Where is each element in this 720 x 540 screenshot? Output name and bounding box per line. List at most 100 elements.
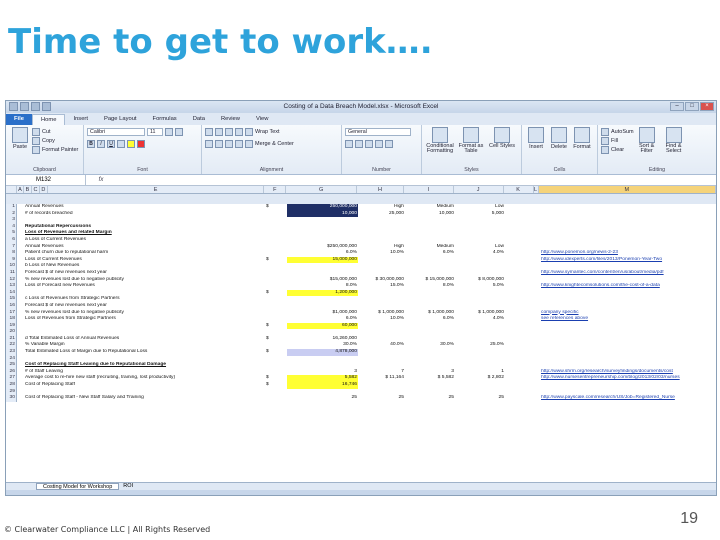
row-number[interactable]: 29: [6, 388, 17, 396]
cell-j[interactable]: 5.0%: [455, 283, 505, 290]
cell-f[interactable]: [265, 356, 287, 363]
cell-g[interactable]: [287, 230, 358, 237]
cell-e[interactable]: [24, 356, 265, 363]
tab-file[interactable]: File: [6, 114, 32, 125]
cell-f[interactable]: [265, 296, 287, 303]
cell-i[interactable]: [405, 329, 455, 336]
cell-a[interactable]: [17, 211, 24, 218]
cell-a[interactable]: [17, 257, 24, 264]
cell-g[interactable]: [287, 296, 358, 303]
cell-f[interactable]: [265, 362, 287, 369]
format-cells-button[interactable]: Format: [571, 127, 593, 150]
wrap-text-button[interactable]: Wrap Text: [255, 129, 280, 135]
row-number[interactable]: 11: [6, 269, 17, 277]
italic-icon[interactable]: I: [97, 139, 105, 148]
grow-font-icon[interactable]: [165, 127, 173, 136]
cell-a[interactable]: [17, 204, 24, 211]
cell-a[interactable]: [17, 362, 24, 369]
cell-a[interactable]: [17, 250, 24, 257]
cell-f[interactable]: [265, 310, 287, 317]
cell-g[interactable]: 4,878,000: [287, 349, 358, 356]
paste-button[interactable]: Paste: [9, 127, 31, 154]
cell-a[interactable]: [17, 382, 24, 389]
cell-e[interactable]: % Variable Margin: [24, 342, 265, 349]
row-number[interactable]: 18: [6, 316, 17, 323]
cell-e[interactable]: Loss of Revenues from Strategic Partners: [24, 316, 265, 323]
cell-g[interactable]: 6.0%: [287, 250, 358, 257]
cell-g[interactable]: [287, 303, 358, 310]
cell-j[interactable]: $ 2,802: [455, 375, 505, 382]
cell-h[interactable]: 15.0%: [358, 283, 405, 290]
cell-f[interactable]: [265, 329, 287, 336]
cell-f[interactable]: [265, 277, 287, 284]
cell-f[interactable]: [265, 395, 287, 402]
cell-e[interactable]: [24, 217, 265, 224]
cell-m[interactable]: [540, 323, 716, 330]
number-format-select[interactable]: General: [345, 127, 411, 136]
cell-f[interactable]: [265, 342, 287, 349]
column-header[interactable]: I: [404, 186, 454, 193]
cell-m[interactable]: [540, 263, 716, 270]
cell-j[interactable]: [455, 389, 505, 396]
decrease-indent-icon[interactable]: [235, 139, 243, 148]
cell-a[interactable]: [17, 244, 24, 251]
cell-h[interactable]: [358, 263, 405, 270]
cell-g[interactable]: [287, 270, 358, 277]
cell-h[interactable]: [358, 389, 405, 396]
cell-e[interactable]: % new revenues lost due to negative publ…: [24, 277, 265, 284]
cell-j[interactable]: 5,000: [455, 211, 505, 218]
cell-i[interactable]: [405, 237, 455, 244]
formula-input[interactable]: [116, 175, 716, 185]
cell-h[interactable]: [358, 230, 405, 237]
row-number[interactable]: 28: [6, 382, 17, 389]
cell-j[interactable]: [455, 329, 505, 336]
cell-a[interactable]: [17, 263, 24, 270]
cell-styles-button[interactable]: Cell Styles: [487, 127, 517, 154]
cell-g[interactable]: [287, 237, 358, 244]
cell-f[interactable]: [265, 230, 287, 237]
cell-e[interactable]: b Loss of New Revenues: [24, 263, 265, 270]
cell-k[interactable]: [505, 244, 535, 251]
cell-g[interactable]: 250,000,000: [287, 204, 358, 211]
cell-f[interactable]: [265, 369, 287, 376]
cell-g[interactable]: 8.0%: [287, 283, 358, 290]
column-header[interactable]: M: [538, 186, 716, 193]
cell-m[interactable]: [540, 290, 716, 297]
cell-k[interactable]: [505, 316, 535, 323]
conditional-formatting-button[interactable]: Conditional Formatting: [425, 127, 455, 154]
cell-m[interactable]: [540, 237, 716, 244]
cell-i[interactable]: 6.0%: [405, 316, 455, 323]
cell-m[interactable]: [540, 349, 716, 356]
cell-f[interactable]: $: [265, 323, 287, 330]
cell-f[interactable]: [265, 211, 287, 218]
align-center-icon[interactable]: [215, 139, 223, 148]
increase-decimal-icon[interactable]: [375, 139, 383, 148]
fx-icon[interactable]: fx: [86, 177, 116, 183]
row-number[interactable]: 3: [6, 217, 17, 224]
cell-e[interactable]: Reputational Repercussions: [24, 224, 265, 231]
cell-k[interactable]: [505, 329, 535, 336]
cell-k[interactable]: [505, 349, 535, 356]
cell-i[interactable]: 25: [405, 395, 455, 402]
cell-k[interactable]: [505, 204, 535, 211]
cell-f[interactable]: $: [265, 204, 287, 211]
cell-m[interactable]: [540, 342, 716, 349]
cell-a[interactable]: [17, 389, 24, 396]
cell-a[interactable]: [17, 303, 24, 310]
fill-button[interactable]: Fill: [601, 136, 634, 145]
cell-m[interactable]: [540, 224, 716, 231]
format-as-table-button[interactable]: Format as Table: [456, 127, 486, 154]
cell-j[interactable]: [455, 290, 505, 297]
row-number[interactable]: 30: [6, 395, 17, 402]
cell-a[interactable]: [17, 310, 24, 317]
cell-a[interactable]: [17, 237, 24, 244]
cell-e[interactable]: Cost of Replacing Staff - New Staff Sala…: [24, 395, 265, 402]
cell-a[interactable]: [17, 283, 24, 290]
cell-a[interactable]: [17, 230, 24, 237]
cell-f[interactable]: $: [265, 336, 287, 343]
comma-icon[interactable]: [365, 139, 373, 148]
cell-g[interactable]: [287, 389, 358, 396]
cut-button[interactable]: Cut: [32, 127, 78, 136]
cell-e[interactable]: Cost of Replacing Staff Leaving due to R…: [24, 362, 265, 369]
cell-i[interactable]: $ 5,582: [405, 375, 455, 382]
